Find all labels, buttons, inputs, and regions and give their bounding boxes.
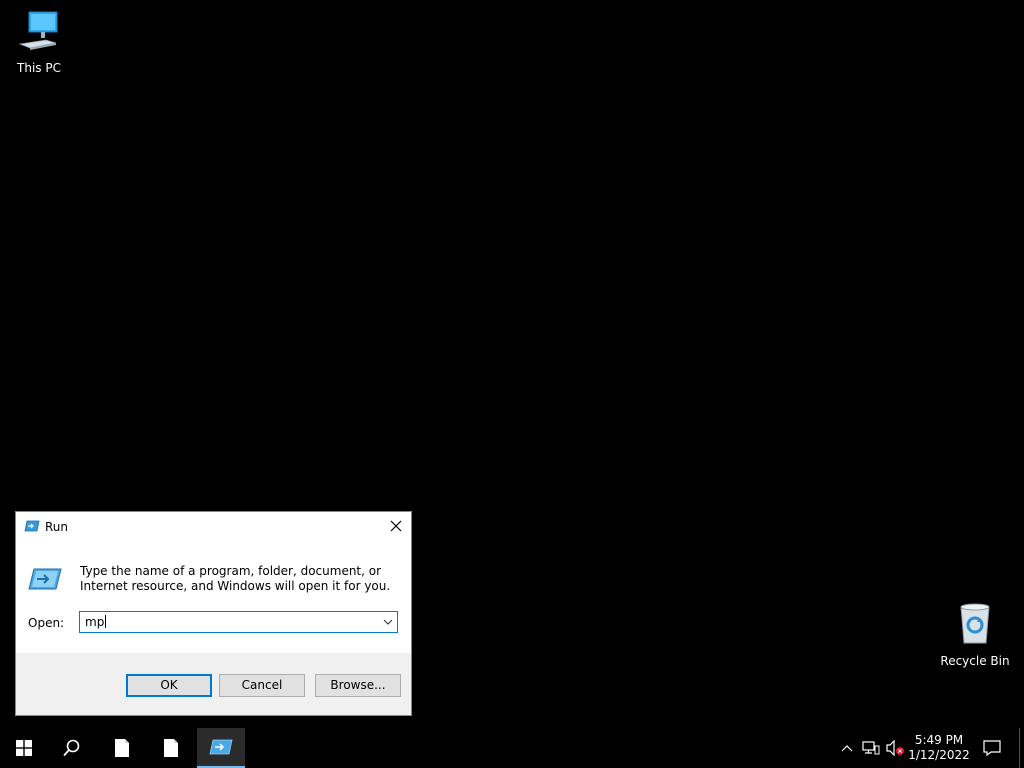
start-icon bbox=[16, 740, 32, 756]
run-icon bbox=[209, 739, 233, 755]
show-desktop-button[interactable] bbox=[1019, 728, 1024, 768]
desktop-icon-label: This PC bbox=[17, 61, 61, 75]
ok-button[interactable]: OK bbox=[126, 674, 212, 697]
run-dialog: Run Type the name of a program, folder, … bbox=[15, 511, 412, 716]
taskbar: 5:49 PM 1/12/2022 bbox=[0, 728, 1024, 768]
document-icon bbox=[164, 739, 178, 757]
cancel-button[interactable]: Cancel bbox=[219, 674, 305, 697]
desktop-icon-recycle-bin[interactable]: Recycle Bin bbox=[937, 601, 1013, 668]
close-icon bbox=[390, 520, 402, 532]
network-icon bbox=[862, 741, 880, 755]
taskbar-clock[interactable]: 5:49 PM 1/12/2022 bbox=[903, 733, 975, 763]
search-icon bbox=[63, 739, 80, 757]
run-icon bbox=[28, 567, 62, 594]
open-input-value[interactable]: mp bbox=[85, 615, 107, 629]
notification-icon bbox=[983, 740, 1001, 756]
desktop-icon-this-pc[interactable]: This PC bbox=[1, 10, 77, 75]
run-icon bbox=[24, 519, 40, 536]
dialog-title: Run bbox=[45, 520, 69, 534]
dialog-description: Type the name of a program, folder, docu… bbox=[80, 564, 391, 593]
chevron-up-icon bbox=[841, 745, 853, 752]
taskbar-app-run[interactable] bbox=[197, 728, 245, 768]
chevron-down-icon bbox=[383, 619, 393, 625]
open-combobox[interactable]: mp bbox=[79, 611, 398, 633]
volume-muted-icon bbox=[886, 740, 904, 756]
open-label: Open: bbox=[28, 616, 65, 630]
taskbar-app-document[interactable] bbox=[147, 728, 195, 768]
show-hidden-icons-button[interactable] bbox=[836, 728, 858, 768]
desktop-icon-label: Recycle Bin bbox=[940, 654, 1010, 668]
clock-date: 1/12/2022 bbox=[908, 748, 970, 762]
computer-icon bbox=[18, 11, 58, 50]
taskbar-app-document[interactable] bbox=[98, 728, 146, 768]
clock-time: 5:49 PM bbox=[914, 733, 964, 747]
title-bar[interactable]: Run bbox=[16, 512, 411, 542]
dropdown-button[interactable] bbox=[382, 616, 394, 631]
document-icon bbox=[115, 739, 129, 757]
close-button[interactable] bbox=[382, 513, 410, 539]
start-button[interactable] bbox=[0, 728, 48, 768]
text-caret bbox=[105, 615, 107, 628]
search-button[interactable] bbox=[48, 728, 96, 768]
action-center-button[interactable] bbox=[978, 728, 1006, 768]
browse-button[interactable]: Browse... bbox=[315, 674, 401, 697]
network-button[interactable] bbox=[859, 728, 883, 768]
recycle-bin-icon bbox=[960, 603, 990, 644]
